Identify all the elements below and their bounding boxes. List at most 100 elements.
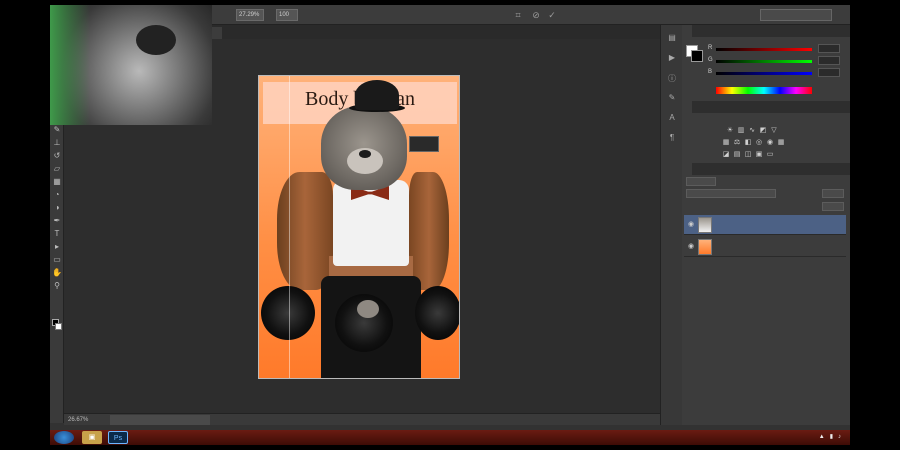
green-value[interactable]	[818, 56, 840, 65]
green-label: G	[708, 57, 713, 63]
webcam-green-background	[50, 5, 90, 125]
color-background-swatch[interactable]	[691, 50, 703, 62]
right-arm	[409, 172, 449, 290]
color-panel-header	[682, 25, 850, 37]
status-bar: 26.67%	[64, 413, 660, 425]
tab-channels[interactable]	[706, 163, 716, 175]
black-white-icon[interactable]: ◧	[744, 139, 752, 147]
zoom-tool-icon[interactable]: ⚲	[52, 281, 62, 291]
gradient-tool-icon[interactable]: ▦	[52, 177, 62, 187]
system-tray: ▲ ▮ ♪	[819, 432, 846, 443]
brightness-icon[interactable]: ☀	[726, 127, 734, 135]
layer-row[interactable]: ◉	[684, 215, 846, 235]
visibility-eye-icon[interactable]: ◉	[687, 243, 695, 251]
tray-arrow-icon[interactable]: ▲	[819, 432, 825, 443]
levels-icon[interactable]: ▥	[737, 127, 745, 135]
exposure-icon[interactable]: ◩	[759, 127, 767, 135]
taskbar: ▣ Ps ▲ ▮ ♪	[50, 430, 850, 445]
photo-filter-icon[interactable]: ◎	[755, 139, 763, 147]
tab-color[interactable]	[682, 25, 692, 37]
guide-line[interactable]	[289, 76, 290, 378]
left-arm	[277, 172, 333, 290]
cancel-transform-icon[interactable]: ⊘	[530, 9, 542, 21]
dog-nose	[359, 150, 371, 158]
start-button-icon[interactable]	[54, 431, 74, 444]
info-icon[interactable]: ⓘ	[665, 73, 679, 85]
red-value[interactable]	[818, 44, 840, 53]
color-panel: R G B	[682, 25, 850, 99]
invert-icon[interactable]: ◪	[722, 151, 730, 159]
actions-icon[interactable]: ▶	[665, 53, 679, 65]
channel-mixer-icon[interactable]: ◉	[766, 139, 774, 147]
paragraph-icon[interactable]: ¶	[665, 133, 679, 145]
hand-tool-icon[interactable]: ✋	[52, 268, 62, 278]
zoom-field[interactable]: 27.29%	[236, 9, 264, 21]
layer-row[interactable]: ◉	[684, 237, 846, 257]
selective-color-icon[interactable]: ▣	[755, 151, 763, 159]
tab-adjustments[interactable]	[682, 101, 692, 113]
blue-value[interactable]	[818, 68, 840, 77]
background-color-swatch[interactable]	[55, 323, 62, 330]
vibrance-icon[interactable]: ▽	[770, 127, 778, 135]
brush-tool-icon[interactable]: ✎	[52, 125, 62, 135]
green-slider[interactable]	[716, 60, 812, 63]
dodge-tool-icon[interactable]: ◑	[52, 203, 62, 213]
eraser-tool-icon[interactable]: ▱	[52, 164, 62, 174]
options-checkbox-label	[318, 9, 368, 21]
history-brush-tool-icon[interactable]: ↺	[52, 151, 62, 161]
webcam-face-shadow	[136, 25, 176, 55]
red-label: R	[708, 45, 713, 51]
blur-tool-icon[interactable]: ◔	[52, 190, 62, 200]
document-info[interactable]	[110, 415, 210, 425]
gradient-map-icon[interactable]: ▭	[766, 151, 774, 159]
volume-icon[interactable]: ♪	[838, 432, 841, 443]
path-selection-tool-icon[interactable]: ▸	[52, 242, 62, 252]
dumbbell-right	[415, 286, 459, 340]
curves-icon[interactable]: ∿	[748, 127, 756, 135]
blue-slider[interactable]	[716, 72, 812, 75]
hue-saturation-icon[interactable]: ▦	[722, 139, 730, 147]
clone-stamp-tool-icon[interactable]: ⊥	[52, 138, 62, 148]
angle-field[interactable]: 100	[276, 9, 298, 21]
collapsed-panel-strip: ▤ ▶ ⓘ ✎ A ¶	[660, 25, 682, 425]
posterize-icon[interactable]: ▤	[733, 151, 741, 159]
color-lookup-icon[interactable]: ▦	[777, 139, 785, 147]
layers-panel-header	[682, 163, 850, 175]
warp-icon[interactable]: ⌗	[512, 9, 524, 21]
explorer-taskbar-icon[interactable]: ▣	[82, 431, 102, 444]
layer-filter-select[interactable]	[686, 177, 716, 186]
layer-thumbnail	[698, 239, 712, 255]
color-balance-icon[interactable]: ⚖	[733, 139, 741, 147]
dumbbell-left	[261, 286, 315, 340]
threshold-icon[interactable]: ◫	[744, 151, 752, 159]
red-slider[interactable]	[716, 48, 812, 51]
color-spectrum[interactable]	[716, 87, 812, 94]
shape-tool-icon[interactable]: ▭	[52, 255, 62, 265]
dog-paw	[357, 300, 379, 318]
adjustments-row-2: ▦ ⚖ ◧ ◎ ◉ ▦	[722, 139, 785, 147]
photoshop-taskbar-button[interactable]: Ps	[108, 431, 128, 444]
tab-layers[interactable]	[682, 163, 692, 175]
transform-tooltip	[409, 136, 439, 152]
opacity-field[interactable]	[822, 189, 844, 198]
blue-label: B	[708, 69, 713, 75]
tab-styles[interactable]	[728, 101, 738, 113]
adjustments-row-3: ◪ ▤ ◫ ▣ ▭	[722, 151, 774, 159]
history-icon[interactable]: ▤	[665, 33, 679, 45]
tab-paths[interactable]	[734, 163, 744, 175]
bowler-hat	[355, 80, 399, 110]
zoom-readout[interactable]: 26.67%	[68, 415, 88, 425]
commit-transform-icon[interactable]: ✓	[546, 9, 558, 21]
adjustments-panel: ☀ ▥ ∿ ◩ ▽ ▦ ⚖ ◧ ◎ ◉ ▦ ◪ ▤ ◫ ▣ ▭	[682, 101, 850, 161]
pen-tool-icon[interactable]: ✒	[52, 216, 62, 226]
fill-field[interactable]	[822, 202, 844, 211]
character-icon[interactable]: A	[665, 113, 679, 125]
type-tool-icon[interactable]: T	[52, 229, 62, 239]
blend-mode-select[interactable]	[686, 189, 776, 198]
network-icon[interactable]: ▮	[830, 432, 833, 443]
document-canvas[interactable]: Body by Man	[258, 75, 460, 379]
brush-presets-icon[interactable]: ✎	[665, 93, 679, 105]
workspace-select[interactable]	[760, 9, 832, 21]
tab-swatches[interactable]	[716, 25, 726, 37]
visibility-eye-icon[interactable]: ◉	[687, 221, 695, 229]
